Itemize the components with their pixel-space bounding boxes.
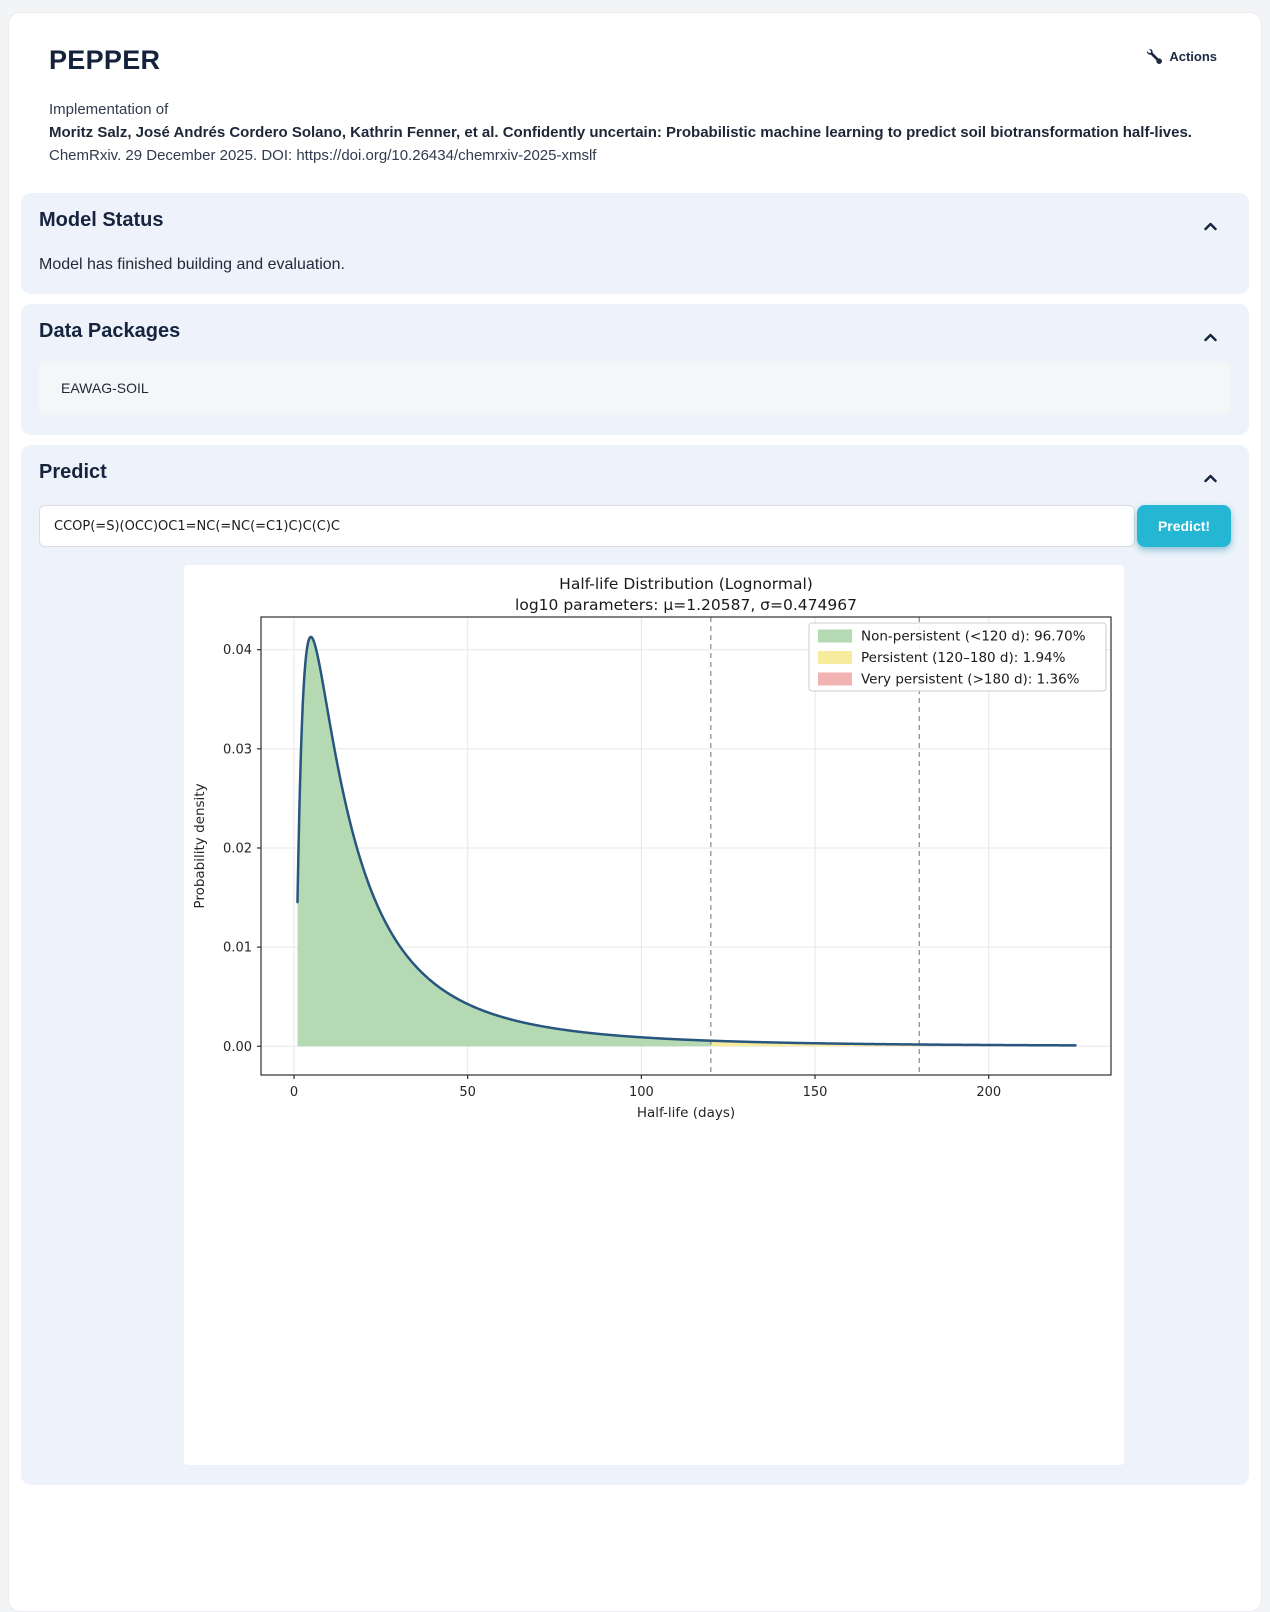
legend-swatch: [818, 630, 852, 643]
region-fill: [297, 637, 710, 1046]
chart-title: Half-life Distribution (Lognormal): [559, 575, 813, 593]
halflife-chart-card: 0 50 100 150 200 0.00 0.01 0.02 0.03 0.04 Half-lif…: [184, 565, 1124, 1465]
model-status-message: Model has finished building and evaluati…: [39, 256, 1231, 274]
x-axis-label: Half-life (days): [637, 1105, 735, 1121]
main-card: PEPPER Actions Implementation of Moritz …: [8, 12, 1262, 1612]
y-tick-label: 0.03: [223, 742, 252, 757]
predict-title: Predict: [39, 461, 1231, 484]
predict-input-row: Predict!: [39, 505, 1231, 547]
halflife-chart-svg: 0 50 100 150 200 0.00 0.01 0.02 0.03 0.04 Half-lif…: [184, 565, 1124, 1265]
citation-text: Moritz Salz, José Andrés Cordero Solano,…: [49, 121, 1221, 144]
x-tick-label: 150: [803, 1085, 828, 1100]
data-packages-title: Data Packages: [39, 320, 1231, 343]
x-tick-label: 50: [459, 1085, 476, 1100]
legend-label: Persistent (120–180 d): 1.94%: [861, 650, 1066, 666]
actions-label: Actions: [1169, 49, 1217, 64]
legend-swatch: [818, 651, 852, 664]
citation-source: ChemRxiv. 29 December 2025. DOI: https:/…: [49, 144, 1221, 167]
section-model-status: Model Status Model has finished building…: [21, 193, 1249, 294]
model-status-title: Model Status: [39, 209, 1231, 232]
data-package-item[interactable]: EAWAG-SOIL: [39, 361, 1231, 415]
region-fills: [297, 637, 1075, 1046]
section-data-packages: Data Packages EAWAG-SOIL: [21, 304, 1249, 435]
y-tick-label: 0.04: [223, 643, 252, 658]
legend-swatch: [818, 673, 852, 686]
legend-label: Non-persistent (<120 d): 96.70%: [861, 629, 1086, 645]
y-tick-label: 0.02: [223, 841, 252, 856]
chevron-up-icon: [1204, 471, 1217, 486]
y-tick-label: 0.00: [223, 1040, 252, 1055]
section-predict: Predict Predict! 0 50 100 150 200 0.00 0.01 0.0…: [21, 445, 1249, 1485]
x-tick-label: 100: [629, 1085, 654, 1100]
legend-label: Very persistent (>180 d): 1.36%: [861, 672, 1080, 688]
predict-button[interactable]: Predict!: [1137, 505, 1231, 547]
y-tick-label: 0.01: [223, 941, 252, 956]
sections-container: Model Status Model has finished building…: [9, 167, 1261, 1485]
chevron-up-icon: [1204, 219, 1217, 234]
implementation-prefix: Implementation of: [49, 98, 1221, 121]
implementation-block: Implementation of Moritz Salz, José Andr…: [49, 98, 1221, 167]
x-tick-label: 200: [976, 1085, 1001, 1100]
chart-subtitle: log10 parameters: μ=1.20587, σ=0.474967: [515, 596, 857, 614]
actions-button[interactable]: Actions: [1147, 49, 1217, 64]
card-header: PEPPER Actions Implementation of Moritz …: [9, 13, 1261, 167]
chart-legend: Non-persistent (<120 d): 96.70% Persisten…: [809, 623, 1106, 691]
y-axis-label: Probability density: [192, 783, 208, 908]
smiles-input[interactable]: [39, 505, 1135, 547]
page-title: PEPPER: [49, 45, 1221, 76]
wrench-icon: [1147, 49, 1162, 64]
predict-collapse-button[interactable]: [1202, 469, 1219, 488]
chevron-up-icon: [1204, 330, 1217, 345]
x-tick-label: 0: [290, 1085, 298, 1100]
model-status-collapse-button[interactable]: [1202, 217, 1219, 236]
data-packages-collapse-button[interactable]: [1202, 328, 1219, 347]
